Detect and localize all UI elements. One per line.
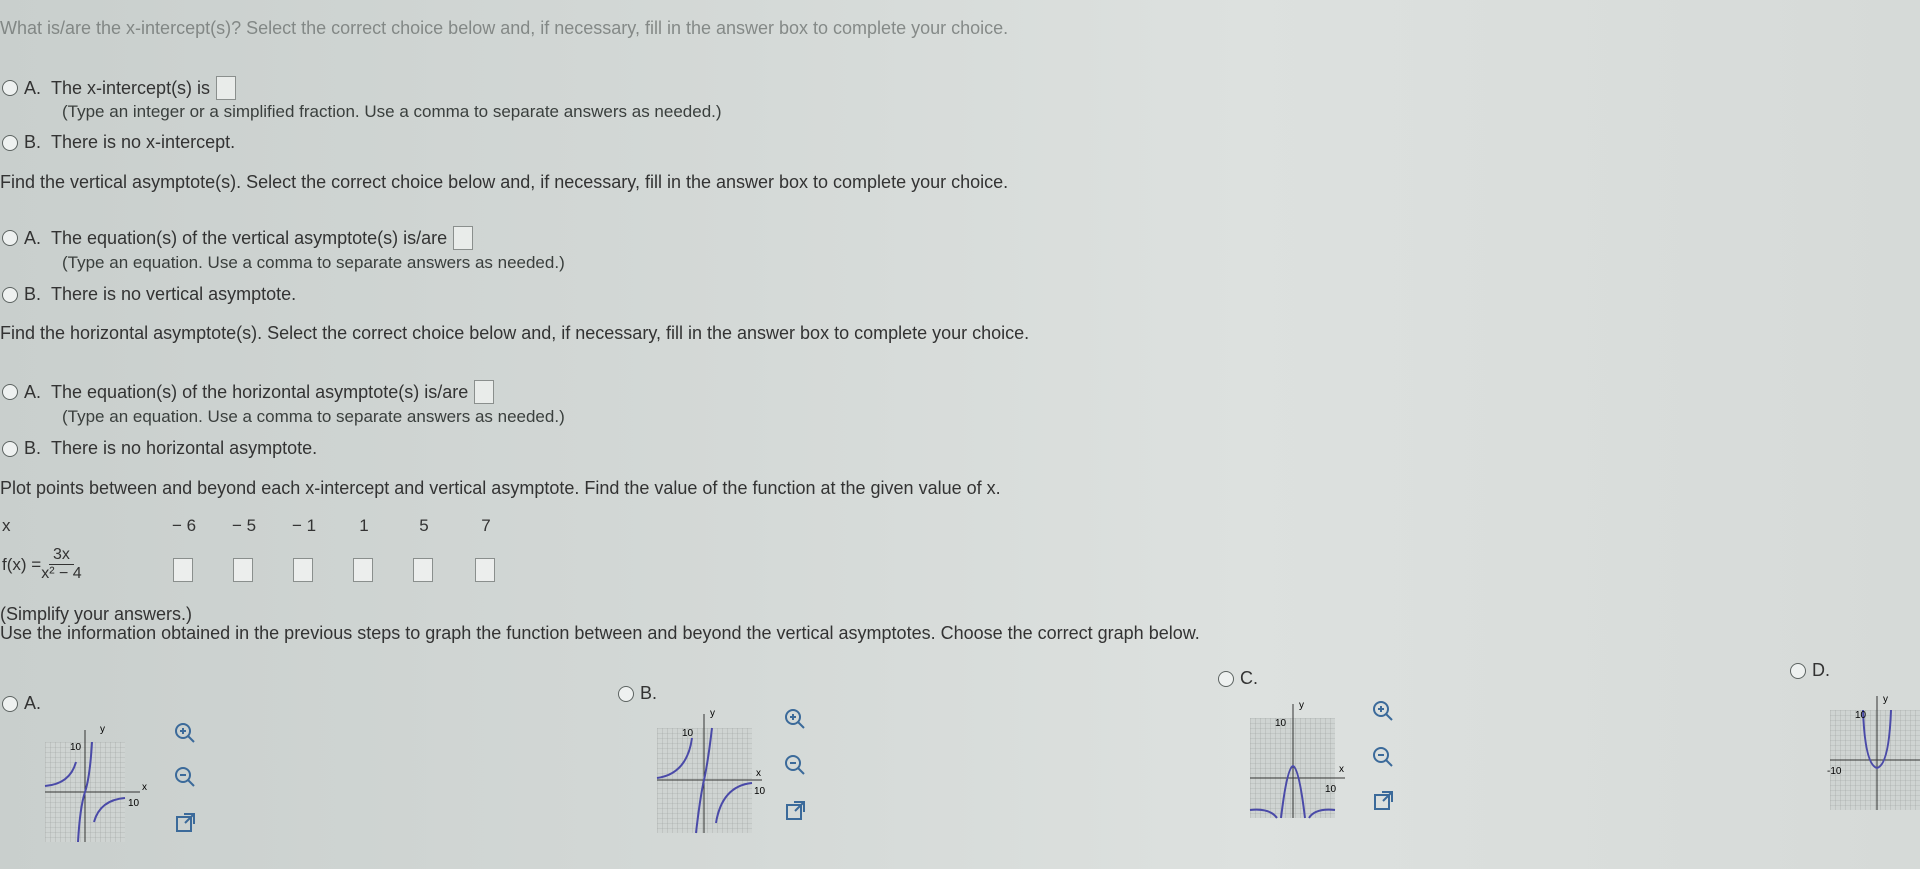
function-fraction: 3x x² − 4 [41,546,82,582]
x-label: x [2,516,11,535]
f-answer-box[interactable] [413,558,433,582]
graph-c: y x 10 10 [1249,700,1345,819]
axis-y-label: y [100,724,105,735]
external-link-icon[interactable] [172,810,198,836]
f-answer-box[interactable] [293,558,313,582]
xint-hint: (Type an integer or a simplified fractio… [62,102,722,121]
xint-option-b[interactable]: B. There is no x-intercept. [2,132,235,153]
axis-x-label: x [756,768,761,779]
vert-hint: (Type an equation. Use a comma to separa… [62,253,565,272]
vert-option-b[interactable]: B. There is no vertical asymptote. [2,284,296,305]
x-value: − 5 [231,516,257,535]
graph-a: y x 10 10 [44,724,147,843]
zoom-out-icon[interactable] [1370,744,1396,770]
graph-b: y x 10 10 [656,708,766,834]
tick-label: 10 [754,786,766,797]
tick-label: 10 [70,742,82,753]
external-link-icon[interactable] [1370,788,1396,814]
graph-option-c[interactable]: C. [1218,668,1258,689]
tick-label: 10 [1325,784,1337,795]
tick-label: 10 [128,798,140,809]
simplify-note: (Simplify your answers.) [0,604,193,624]
radio-button[interactable] [2,695,18,712]
tick-label: 10 [1855,710,1867,721]
radio-button[interactable] [2,134,18,151]
plot-points-prompt: Plot points between and beyond each x-in… [0,478,1001,498]
radio-button[interactable] [2,384,18,400]
radio-button[interactable] [618,685,634,702]
axis-y-label: y [1299,700,1304,711]
x-value: 7 [481,516,491,535]
zoom-in-icon[interactable] [782,706,808,732]
radio-button[interactable] [2,286,18,303]
graph-option-b[interactable]: B. [618,683,657,704]
f-answer-box[interactable] [173,558,193,582]
x-value: 1 [359,516,369,535]
radio-button[interactable] [1790,662,1806,679]
zoom-in-icon[interactable] [172,720,198,746]
axis-x-label: x [1339,764,1344,775]
graph-d: y 10 -10 [1827,694,1920,810]
radio-button[interactable] [2,80,18,96]
radio-button[interactable] [2,440,18,457]
horiz-option-a[interactable]: A. The equation(s) of the horizontal asy… [2,380,495,404]
axis-x-label: x [142,782,147,793]
f-answer-box[interactable] [233,558,253,582]
vert-answer-box[interactable] [453,226,474,250]
zoom-in-icon[interactable] [1370,698,1396,724]
f-answer-box[interactable] [475,558,495,582]
radio-button[interactable] [1218,670,1234,687]
graph-prompt: Use the information obtained in the prev… [0,623,1200,643]
x-value: − 1 [291,516,317,535]
tick-label: 10 [1275,718,1287,729]
axis-y-label: y [1883,694,1888,705]
xint-option-a[interactable]: A. The x-intercept(s) is [2,76,237,100]
horiz-hint: (Type an equation. Use a comma to separa… [62,407,565,426]
vert-option-a[interactable]: A. The equation(s) of the vertical asymp… [2,226,474,250]
horiz-answer-box[interactable] [474,380,495,404]
question-instruction: What is/are the x-intercept(s)? Select t… [0,18,1009,38]
xint-answer-box[interactable] [216,76,237,100]
graph-option-d[interactable]: D. [1790,660,1830,681]
zoom-out-icon[interactable] [782,752,808,778]
horiz-option-b[interactable]: B. There is no horizontal asymptote. [2,438,317,459]
graph-option-a[interactable]: A. [2,693,41,714]
x-value: − 6 [171,516,197,535]
x-value: 5 [419,516,429,535]
f-answer-box[interactable] [353,558,373,582]
axis-y-label: y [710,708,715,719]
zoom-out-icon[interactable] [172,764,198,790]
radio-button[interactable] [2,230,18,246]
tick-label: 10 [682,728,694,739]
external-link-icon[interactable] [782,798,808,824]
tick-label: -10 [1827,766,1842,777]
value-table: x − 6 − 5 − 1 1 5 7 f(x) = 3x x² − 4 [0,516,520,596]
horizontal-asymptote-prompt: Find the horizontal asymptote(s). Select… [0,323,1030,343]
vertical-asymptote-prompt: Find the vertical asymptote(s). Select t… [0,172,1009,192]
function-definition: f(x) = 3x x² − 4 [2,546,82,582]
